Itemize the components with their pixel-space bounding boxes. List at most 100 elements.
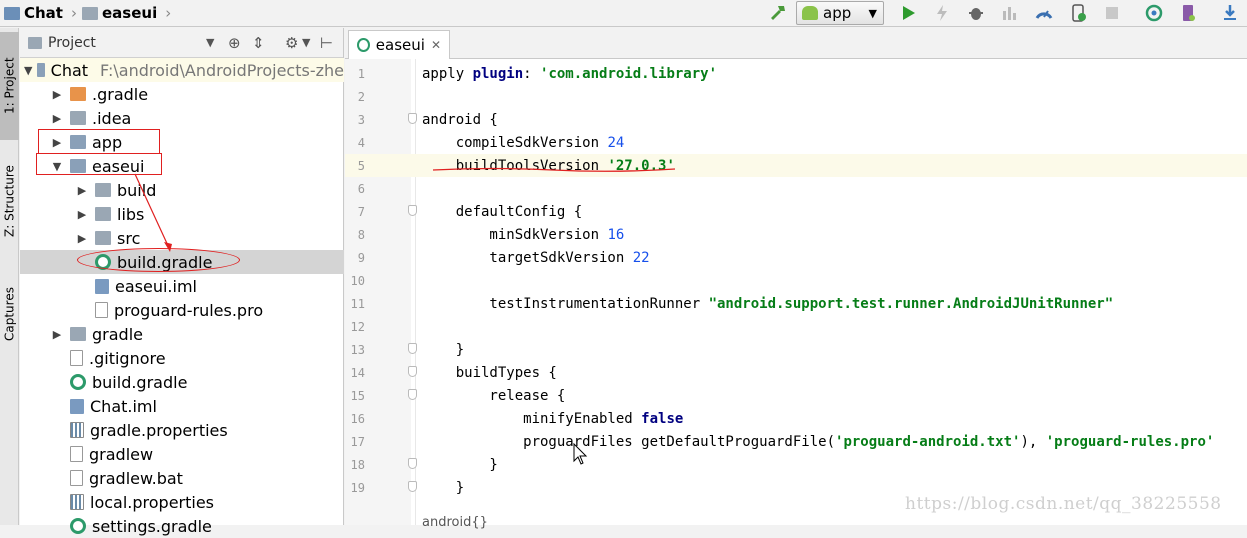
breadcrumb-root[interactable]: Chat ›	[4, 4, 77, 22]
code-line[interactable]: 3 android {	[345, 108, 1247, 131]
iml-icon	[70, 398, 84, 414]
tab-captures[interactable]: Captures	[0, 272, 19, 357]
code-line[interactable]: 1 apply plugin: 'com.android.library'	[345, 62, 1247, 85]
code-text: }	[422, 341, 465, 358]
fold-marker-icon[interactable]	[408, 343, 417, 354]
tree-item-label: .idea	[92, 108, 132, 128]
breadcrumb-child[interactable]: easeui ›	[82, 4, 171, 22]
android-icon	[802, 6, 818, 20]
code-line[interactable]: 15 release {	[345, 384, 1247, 407]
tree-item[interactable]: ▶ .idea	[20, 106, 344, 130]
code-text: buildTypes {	[422, 364, 557, 381]
properties-icon	[70, 422, 84, 438]
chevron-right-icon[interactable]: ▶	[74, 184, 90, 197]
editor-breadcrumb[interactable]: android{}	[422, 515, 488, 530]
tree-item[interactable]: local.properties	[20, 490, 344, 514]
tree-item[interactable]: ▶ build	[20, 178, 344, 202]
collapse-all-icon[interactable]: ⇕	[252, 34, 265, 52]
code-line[interactable]: 4 compileSdkVersion 24	[345, 131, 1247, 154]
attach-debugger-icon[interactable]	[1034, 3, 1054, 23]
scroll-from-source-icon[interactable]: ⊕	[228, 34, 241, 52]
folder-icon	[95, 231, 111, 245]
line-number: 7	[357, 204, 365, 219]
tree-item[interactable]: proguard-rules.pro	[20, 298, 344, 322]
tab-project[interactable]: 1: Project	[0, 32, 19, 140]
code-line[interactable]: 13 }	[345, 338, 1247, 361]
line-number: 13	[350, 342, 365, 357]
code-line[interactable]: 7 defaultConfig {	[345, 200, 1247, 223]
attach-process-icon[interactable]	[1068, 3, 1088, 23]
gear-icon[interactable]: ⚙	[285, 34, 298, 52]
code-line[interactable]: 16 minifyEnabled false	[345, 407, 1247, 430]
make-project-hammer-icon[interactable]	[768, 3, 788, 23]
run-icon[interactable]	[898, 3, 918, 23]
tree-item[interactable]: gradle.properties	[20, 418, 344, 442]
tree-item[interactable]: Chat.iml	[20, 394, 344, 418]
code-text: defaultConfig {	[422, 203, 583, 220]
line-number: 19	[350, 480, 365, 495]
folder-icon	[95, 183, 111, 197]
code-line[interactable]: 6	[345, 177, 1247, 200]
debug-icon[interactable]	[966, 3, 986, 23]
stop-icon[interactable]	[1102, 3, 1122, 23]
gradle-icon	[70, 374, 86, 390]
sync-gradle-icon[interactable]	[1144, 3, 1164, 23]
chevron-right-icon[interactable]: ▶	[74, 208, 90, 221]
chevron-right-icon[interactable]: ▶	[74, 232, 90, 245]
avd-manager-icon[interactable]	[1178, 3, 1198, 23]
code-line[interactable]: 9 targetSdkVersion 22	[345, 246, 1247, 269]
chevron-down-icon[interactable]: ▼	[206, 36, 214, 49]
tree-item[interactable]: ▼ Chat F:\android\AndroidProjects-zhe	[20, 58, 344, 82]
tree-item[interactable]: ▶ libs	[20, 202, 344, 226]
tree-item[interactable]: gradlew	[20, 442, 344, 466]
apply-changes-icon[interactable]	[932, 3, 952, 23]
code-editor: easeui ✕ 1 apply plugin: 'com.android.lib…	[345, 28, 1247, 530]
fold-marker-icon[interactable]	[408, 366, 417, 377]
fold-marker-icon[interactable]	[408, 458, 417, 469]
fold-marker-icon[interactable]	[408, 113, 417, 124]
chevron-down-icon[interactable]: ▼	[24, 64, 32, 77]
code-line[interactable]: 8 minSdkVersion 16	[345, 223, 1247, 246]
code-line[interactable]: 12	[345, 315, 1247, 338]
gradle-icon	[70, 518, 86, 534]
code-line[interactable]: 17 proguardFiles getDefaultProguardFile(…	[345, 430, 1247, 453]
tab-structure-label: Z: Structure	[2, 165, 17, 237]
code-line[interactable]: 2	[345, 85, 1247, 108]
chevron-right-icon[interactable]: ▶	[49, 88, 65, 101]
tree-item-label: gradlew.bat	[89, 468, 183, 488]
fold-marker-icon[interactable]	[408, 481, 417, 492]
line-number: 6	[357, 181, 365, 196]
tree-item[interactable]: build.gradle	[20, 370, 344, 394]
project-view-select[interactable]: Project	[48, 35, 96, 51]
profile-icon[interactable]	[1000, 3, 1020, 23]
fold-marker-icon[interactable]	[408, 205, 417, 216]
code-text: compileSdkVersion 24	[422, 134, 625, 151]
tree-item[interactable]: gradlew.bat	[20, 466, 344, 490]
code-line[interactable]: 11 testInstrumentationRunner "android.su…	[345, 292, 1247, 315]
tree-item[interactable]: ▶ gradle	[20, 322, 344, 346]
code-line[interactable]: 10	[345, 269, 1247, 292]
tree-item-label: .gradle	[92, 84, 149, 104]
tree-item[interactable]: settings.gradle	[20, 514, 344, 538]
chevron-right-icon[interactable]: ▶	[49, 112, 65, 125]
code-text: proguardFiles getDefaultProguardFile('pr…	[422, 433, 1215, 450]
tab-structure[interactable]: Z: Structure	[0, 146, 19, 256]
run-configuration-select[interactable]: app ▼	[796, 1, 884, 25]
tree-item[interactable]: .gitignore	[20, 346, 344, 370]
close-icon[interactable]: ✕	[431, 38, 441, 52]
annotation-box-easeui	[36, 153, 162, 175]
chevron-down-icon[interactable]: ▼	[302, 36, 310, 49]
line-number: 17	[350, 434, 365, 449]
hide-panel-icon[interactable]: ⊢	[320, 34, 333, 52]
code-text: targetSdkVersion 22	[422, 249, 650, 266]
tree-item[interactable]: ▶ src	[20, 226, 344, 250]
editor-tab-easeui[interactable]: easeui ✕	[348, 30, 450, 59]
code-line[interactable]: 18 }	[345, 453, 1247, 476]
chevron-right-icon[interactable]: ▶	[49, 328, 65, 341]
fold-marker-icon[interactable]	[408, 389, 417, 400]
editor-tab-label: easeui	[375, 36, 425, 54]
code-line[interactable]: 14 buildTypes {	[345, 361, 1247, 384]
sdk-manager-icon[interactable]	[1220, 3, 1240, 23]
tree-item[interactable]: ▶ .gradle	[20, 82, 344, 106]
tree-item[interactable]: easeui.iml	[20, 274, 344, 298]
